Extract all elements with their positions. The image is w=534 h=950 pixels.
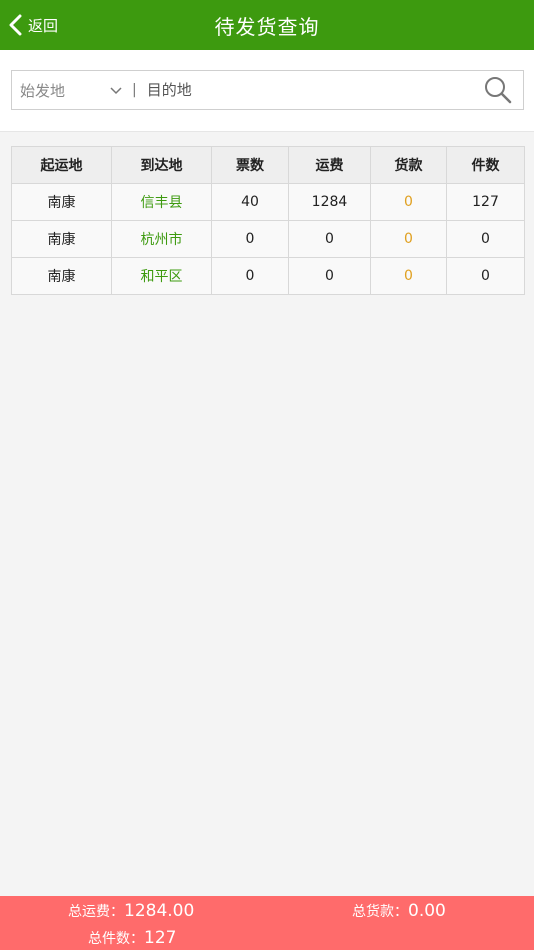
col-header-origin: 起运地	[11, 146, 112, 184]
col-header-goods-payment: 货款	[370, 146, 447, 184]
col-header-pieces: 件数	[446, 146, 525, 184]
cell-freight: 1284	[288, 183, 371, 221]
page-title: 待发货查询	[214, 14, 320, 39]
total-freight: 总运费：1284.00	[68, 901, 194, 921]
total-freight-label: 总运费：	[68, 904, 124, 920]
cell-origin: 南康	[11, 183, 112, 221]
cell-goods-payment: 0	[370, 183, 447, 221]
total-goods-payment: 总货款：0.00	[352, 901, 446, 921]
app-header: 返回 待发货查询	[0, 0, 534, 50]
search-box: 始发地 |	[11, 70, 524, 110]
cell-goods-payment: 0	[370, 257, 447, 295]
cell-freight: 0	[288, 257, 371, 295]
cell-pieces: 0	[446, 220, 525, 258]
cell-tickets: 0	[211, 257, 289, 295]
cell-destination-link[interactable]: 和平区	[111, 257, 212, 295]
search-separator: |	[132, 82, 137, 98]
total-goods-label: 总货款：	[352, 904, 408, 920]
cell-tickets: 40	[211, 183, 289, 221]
total-pieces-label: 总件数：	[88, 931, 144, 947]
table-row[interactable]: 南康 杭州市 0 0 0 0	[11, 220, 525, 258]
cell-origin: 南康	[11, 257, 112, 295]
back-button[interactable]: 返回	[8, 0, 58, 50]
destination-input[interactable]	[146, 81, 483, 99]
col-header-destination: 到达地	[111, 146, 212, 184]
shipment-table: 起运地 到达地 票数 运费 货款 件数 南康 信丰县 40 1284 0 127…	[11, 146, 525, 295]
cell-destination-link[interactable]: 信丰县	[111, 183, 212, 221]
origin-select[interactable]: 始发地	[12, 80, 112, 101]
search-icon[interactable]	[483, 75, 513, 105]
col-header-tickets: 票数	[211, 146, 289, 184]
cell-pieces: 127	[446, 183, 525, 221]
cell-origin: 南康	[11, 220, 112, 258]
col-header-freight: 运费	[288, 146, 371, 184]
cell-tickets: 0	[211, 220, 289, 258]
cell-goods-payment: 0	[370, 220, 447, 258]
search-area: 始发地 |	[0, 50, 534, 132]
total-pieces: 总件数：127	[88, 928, 176, 948]
cell-freight: 0	[288, 220, 371, 258]
total-pieces-value: 127	[144, 928, 177, 948]
table-header-row: 起运地 到达地 票数 运费 货款 件数	[11, 146, 525, 184]
total-goods-value: 0.00	[408, 901, 446, 921]
chevron-left-icon	[9, 14, 22, 36]
back-label: 返回	[28, 16, 59, 35]
cell-pieces: 0	[446, 257, 525, 295]
total-freight-value: 1284.00	[124, 901, 195, 921]
cell-destination-link[interactable]: 杭州市	[111, 220, 212, 258]
summary-footer: 总运费：1284.00 总货款：0.00 总件数：127	[0, 896, 534, 950]
chevron-down-icon[interactable]	[108, 82, 124, 98]
table-row[interactable]: 南康 信丰县 40 1284 0 127	[11, 183, 525, 221]
table-row[interactable]: 南康 和平区 0 0 0 0	[11, 257, 525, 295]
